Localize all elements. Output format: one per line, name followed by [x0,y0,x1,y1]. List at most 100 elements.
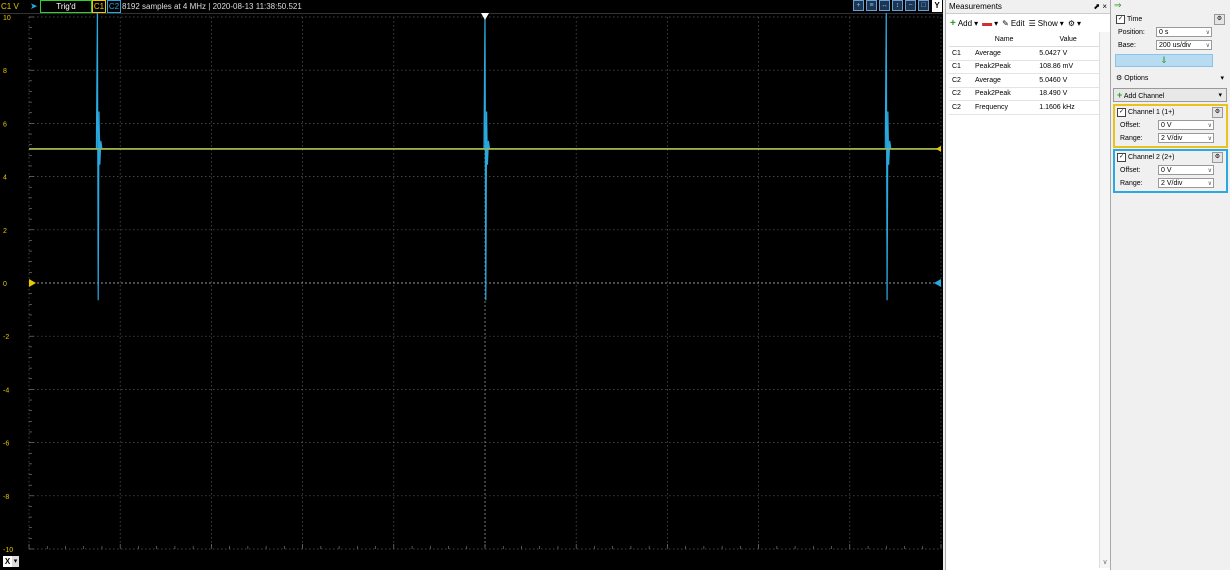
zoom-fit-icon[interactable]: ≡ [866,0,877,11]
zoom-horizontal-icon[interactable]: ↔ [879,0,890,11]
show-icon: ☰ [1028,18,1036,28]
add-label: Add [957,18,973,28]
chevron-down-icon: ∨ [1205,43,1210,49]
add-channel-button[interactable]: + Add Channel ▾ [1113,88,1227,102]
panel-pin-icon[interactable]: ⇒ [1111,0,1230,12]
time-settings-icon[interactable]: ⚙ [1214,14,1225,25]
channel-2-section: ✓ Channel 2 (2+) ⚙ Offset: 0 V ∨ Range: 2 … [1113,149,1228,193]
x-axis-dropdown-icon[interactable]: ▾ [12,556,19,567]
channel-2-offset-marker-icon[interactable] [934,279,941,287]
options-row[interactable]: ⚙ Options ▾ [1113,72,1228,85]
channel-1-settings-icon[interactable]: ⚙ [1212,107,1223,118]
channel-selector[interactable]: C1 V [1,1,19,12]
panel-window-controls[interactable]: ⬈ × [1093,0,1107,13]
channel-1-section: ✓ Channel 1 (1+) ⚙ Offset: 0 V ∨ Range: 2 … [1113,104,1228,148]
base-value: 200 us/div [1159,42,1191,49]
add-measurement-button[interactable]: + Add ▾ [950,18,978,29]
base-label: Base: [1118,42,1136,49]
table-row[interactable]: C2 Frequency 1.1606 kHz [949,100,1100,115]
channel-2-badge[interactable]: C2 [107,0,121,13]
measurements-title-bar: Measurements ⬈ × [946,0,1110,14]
channel-1-range-row: Range: 2 V/div ∨ [1115,132,1226,145]
zoom-reset-icon[interactable]: □ [918,0,929,11]
y-tick-label: 10 [3,15,11,22]
channel-cell: C2 [949,73,972,88]
range-label: Range: [1120,180,1143,187]
value-cell: 1.1606 kHz [1036,100,1100,115]
x-axis-button[interactable]: X [3,556,12,567]
column-header[interactable] [949,32,972,47]
edit-measurement-button[interactable]: ✎ Edit [1002,19,1025,28]
value-cell: 18.490 V [1036,87,1100,101]
play-arrow-icon[interactable]: ➤ [30,1,38,12]
chevron-down-icon: ∨ [1207,181,1212,187]
chevron-down-icon: ▾ [994,18,999,28]
range-value: 2 V/div [1161,180,1183,187]
show-measurement-button[interactable]: ☰ Show ▾ [1029,19,1064,28]
value-cell: 5.0460 V [1036,73,1100,88]
table-row[interactable]: C1 Peak2Peak 108.86 mV [949,60,1100,74]
zoom-toolbar: + ≡ ↔ ↕ − □ [853,0,929,11]
column-header[interactable]: Value [1036,32,1100,47]
zoom-out-icon[interactable]: − [905,0,916,11]
column-header[interactable]: Name [971,32,1037,47]
position-label: Position: [1118,29,1145,36]
table-row[interactable]: C2 Average 5.0460 V [949,73,1100,88]
add-channel-label: Add Channel [1123,93,1165,100]
zoom-vertical-icon[interactable]: ↕ [892,0,903,11]
trigger-status-badge[interactable]: Trig'd [40,0,92,13]
channel-1-offset-row: Offset: 0 V ∨ [1115,119,1226,132]
apply-down-arrow-button[interactable]: ⇓ [1115,54,1213,67]
measurements-title: Measurements [949,2,1002,11]
position-select[interactable]: 0 s ∨ [1156,27,1212,37]
channel-2-offset-row: Offset: 0 V ∨ [1115,164,1226,177]
y-tick-label: -10 [3,547,13,554]
time-header: ✓ Time ⚙ [1113,13,1228,26]
trigger-level-marker-icon[interactable] [936,145,941,152]
channel-cell: C1 [949,60,972,74]
channel-1-offset-marker-icon[interactable] [29,279,36,287]
y-axis-button[interactable]: Y [932,0,942,12]
y-tick-label: -6 [3,441,9,448]
table-header-row: Name Value [949,32,1100,47]
chevron-down-icon: ▾ [1076,18,1081,28]
channel-cell: C2 [949,87,972,101]
measurements-scrollbar[interactable]: ∨ [1099,32,1110,568]
scope-plot[interactable]: 1086420-2-4-6-8-10-1 ms-0.8 ms-0.6 ms-0.… [0,13,943,569]
range-label: Range: [1120,135,1143,142]
channel-cell: C1 [949,46,972,61]
settings-button[interactable]: ⚙ ▾ [1068,19,1081,28]
remove-measurement-button[interactable]: ▬ ▾ [982,18,998,29]
table-row[interactable]: C2 Peak2Peak 18.490 V [949,87,1100,101]
dropdown-arrow-icon: ▾ [1218,92,1222,99]
y-tick-label: 0 [3,281,7,288]
channel-1-range-select[interactable]: 2 V/div ∨ [1158,133,1214,143]
channel-1-checkbox[interactable]: ✓ [1117,107,1126,117]
channel-2-settings-icon[interactable]: ⚙ [1212,152,1223,163]
name-cell: Peak2Peak [971,87,1037,101]
show-label: Show [1037,18,1058,28]
measurements-panel: Measurements ⬈ × + Add ▾ ▬ ▾ ✎ Edit ☰ Show ▾ ⚙… [945,0,1110,570]
channel-2-label: Channel 2 (2+) [1128,154,1175,161]
trigger-marker-icon[interactable] [481,13,489,20]
scroll-down-icon[interactable]: ∨ [1100,558,1110,568]
offset-value: 0 V [1161,122,1172,129]
time-checkbox[interactable]: ✓ [1116,14,1125,24]
channel-1-badge[interactable]: C1 [92,0,106,13]
acquisition-status-text: 8192 samples at 4 MHz | 2020-08-13 11:38… [122,2,302,11]
channel-2-range-select[interactable]: 2 V/div ∨ [1158,178,1214,188]
channel-2-offset-select[interactable]: 0 V ∨ [1158,165,1214,175]
position-row: Position: 0 s ∨ [1113,26,1228,39]
channel-2-checkbox[interactable]: ✓ [1117,152,1126,162]
x-axis-bar [0,554,943,570]
position-value: 0 s [1159,29,1169,36]
base-select[interactable]: 200 us/div ∨ [1156,40,1212,50]
range-value: 2 V/div [1161,135,1183,142]
channel-1-offset-select[interactable]: 0 V ∨ [1158,120,1214,130]
zoom-in-icon[interactable]: + [853,0,864,11]
table-row[interactable]: C1 Average 5.0427 V [949,46,1100,61]
y-tick-label: 4 [3,175,7,182]
name-cell: Average [971,46,1037,61]
offset-value: 0 V [1161,167,1172,174]
y-tick-label: -8 [3,494,9,501]
